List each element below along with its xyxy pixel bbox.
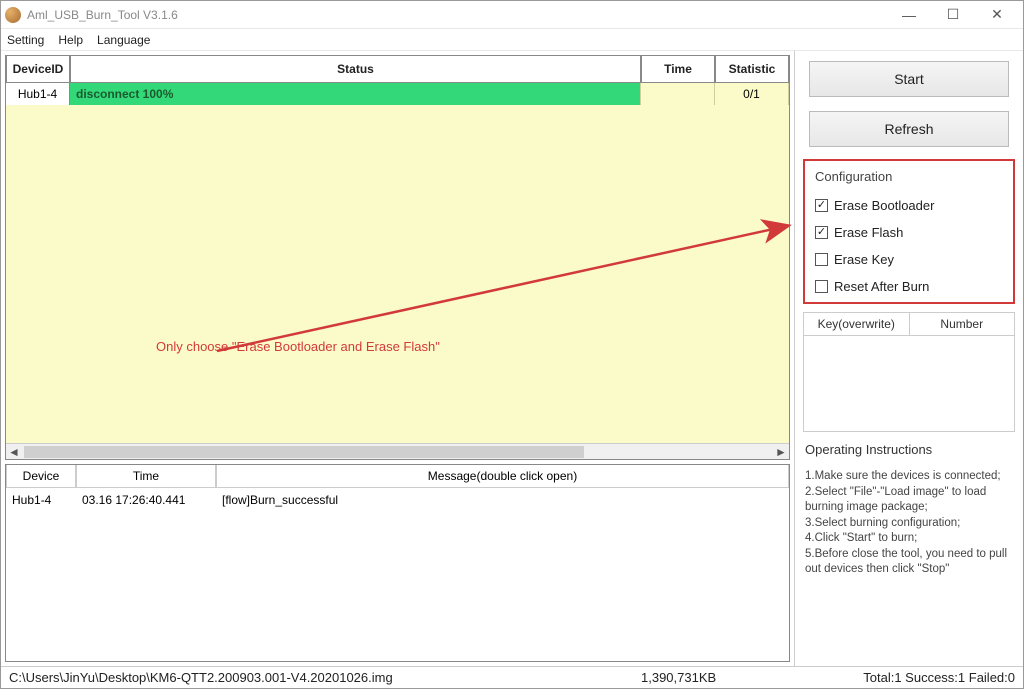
annotation-text: Only choose "Erase Bootloader and Erase …: [156, 339, 440, 354]
checkbox-erase-bootloader[interactable]: ✓ Erase Bootloader: [815, 198, 1003, 213]
checkbox-label: Erase Key: [834, 252, 894, 267]
checkbox-erase-flash[interactable]: ✓ Erase Flash: [815, 225, 1003, 240]
checkbox-label: Erase Bootloader: [834, 198, 934, 213]
col-status: Status: [70, 56, 641, 83]
app-icon: [5, 7, 21, 23]
checkbox-label: Reset After Burn: [834, 279, 929, 294]
instruction-line: 4.Click "Start" to burn;: [805, 531, 1013, 547]
scroll-left-icon[interactable]: ◄: [6, 444, 22, 460]
window-title: Aml_USB_Burn_Tool V3.1.6: [27, 8, 887, 22]
instruction-line: 2.Select "File"-"Load image" to load bur…: [805, 485, 1013, 516]
scroll-thumb[interactable]: [24, 446, 584, 458]
log-cell-time: 03.16 17:26:40.441: [76, 488, 216, 512]
status-file-path: C:\Users\JinYu\Desktop\KM6-QTT2.200903.0…: [9, 670, 393, 685]
checkbox-label: Erase Flash: [834, 225, 903, 240]
cell-statistic: 0/1: [715, 83, 789, 105]
log-table-body: Hub1-4 03.16 17:26:40.441 [flow]Burn_suc…: [6, 488, 789, 661]
device-table-body: Hub1-4 disconnect 100% 0/1 Only choose "…: [6, 83, 789, 443]
col-key: Key(overwrite): [804, 313, 910, 335]
device-table-header: DeviceID Status Time Statistic: [6, 56, 789, 83]
col-log-time: Time: [76, 465, 216, 488]
menu-help[interactable]: Help: [58, 33, 83, 47]
instruction-line: 1.Make sure the devices is connected;: [805, 469, 1013, 485]
maximize-button[interactable]: ☐: [931, 1, 975, 29]
col-statistic: Statistic: [715, 56, 789, 83]
menu-setting[interactable]: Setting: [7, 33, 44, 47]
log-row[interactable]: Hub1-4 03.16 17:26:40.441 [flow]Burn_suc…: [6, 488, 789, 512]
minimize-button[interactable]: —: [887, 1, 931, 29]
status-file-size: 1,390,731KB: [641, 670, 716, 685]
log-table-header: Device Time Message(double click open): [6, 465, 789, 488]
log-cell-message: [flow]Burn_successful: [216, 488, 789, 512]
checkbox-icon: ✓: [815, 199, 828, 212]
title-bar: Aml_USB_Burn_Tool V3.1.6 — ☐ ✕: [1, 1, 1023, 29]
cell-status: disconnect 100%: [70, 83, 641, 105]
side-panel: Start Refresh Configuration ✓ Erase Boot…: [795, 51, 1023, 666]
configuration-group: Configuration ✓ Erase Bootloader ✓ Erase…: [803, 159, 1015, 304]
status-bar: C:\Users\JinYu\Desktop\KM6-QTT2.200903.0…: [1, 666, 1023, 688]
key-number-table: Key(overwrite) Number: [803, 312, 1015, 432]
checkbox-reset-after-burn[interactable]: Reset After Burn: [815, 279, 1003, 294]
col-log-message: Message(double click open): [216, 465, 789, 488]
menu-language[interactable]: Language: [97, 33, 150, 47]
log-table: Device Time Message(double click open) H…: [5, 464, 790, 662]
status-totals: Total:1 Success:1 Failed:0: [863, 670, 1015, 685]
instruction-line: 5.Before close the tool, you need to pul…: [805, 547, 1013, 578]
menu-bar: Setting Help Language: [1, 29, 1023, 51]
col-number: Number: [910, 313, 1015, 335]
log-cell-device: Hub1-4: [6, 488, 76, 512]
instructions-title: Operating Instructions: [801, 438, 1017, 457]
configuration-title: Configuration: [815, 169, 1003, 184]
key-number-header: Key(overwrite) Number: [804, 313, 1014, 336]
checkbox-icon: [815, 280, 828, 293]
checkbox-erase-key[interactable]: Erase Key: [815, 252, 1003, 267]
table-row[interactable]: Hub1-4 disconnect 100% 0/1: [6, 83, 789, 105]
work-area: DeviceID Status Time Statistic Hub1-4 di…: [1, 51, 1023, 666]
col-log-device: Device: [6, 465, 76, 488]
horizontal-scrollbar[interactable]: ◄ ►: [6, 443, 789, 459]
instructions-body: 1.Make sure the devices is connected; 2.…: [801, 463, 1017, 578]
window-controls: — ☐ ✕: [887, 1, 1019, 29]
device-table: DeviceID Status Time Statistic Hub1-4 di…: [5, 55, 790, 460]
cell-time: [641, 83, 715, 105]
col-deviceid: DeviceID: [6, 56, 70, 83]
cell-deviceid: Hub1-4: [6, 83, 70, 105]
main-panel: DeviceID Status Time Statistic Hub1-4 di…: [1, 51, 795, 666]
checkbox-icon: ✓: [815, 226, 828, 239]
col-time: Time: [641, 56, 715, 83]
start-button[interactable]: Start: [809, 61, 1009, 97]
refresh-button[interactable]: Refresh: [809, 111, 1009, 147]
instruction-line: 3.Select burning configuration;: [805, 516, 1013, 532]
close-button[interactable]: ✕: [975, 1, 1019, 29]
checkbox-icon: [815, 253, 828, 266]
scroll-right-icon[interactable]: ►: [773, 444, 789, 460]
